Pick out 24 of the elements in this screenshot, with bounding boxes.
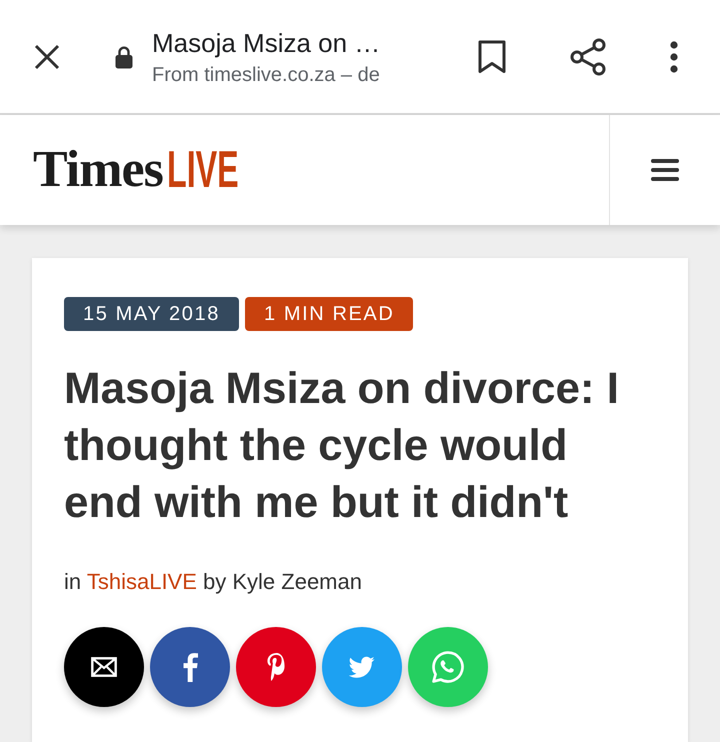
date-tag: 15 MAY 2018 (64, 297, 239, 331)
read-time-tag: 1 MIN READ (244, 297, 414, 331)
pinterest-share-button[interactable] (236, 627, 316, 707)
lock-icon (115, 44, 133, 68)
share-icon (570, 38, 606, 76)
page-url: From timeslive.co.za – de (152, 62, 381, 88)
bookmark-icon (478, 40, 506, 74)
envelope-icon (91, 657, 117, 677)
section-link[interactable]: TshisaLIVE (86, 569, 197, 594)
article-byline: in TshisaLIVE by Kyle Zeeman (64, 568, 363, 596)
site-logo[interactable]: TimesLIVE (33, 142, 253, 198)
page-title: Masoja Msiza on … (152, 26, 382, 60)
article-headline: Masoja Msiza on divorce: I thought the cycle would end with me but it didn't (64, 363, 620, 529)
twitter-share-button[interactable] (322, 627, 402, 707)
email-share-button[interactable] (64, 627, 144, 707)
bird-icon (349, 656, 375, 678)
pinterest-logo-icon (266, 653, 286, 681)
menu-button[interactable] (609, 115, 720, 225)
facebook-share-button[interactable] (150, 627, 230, 707)
chat-phone-icon (432, 651, 464, 683)
menu-icon (651, 159, 679, 181)
close-icon (34, 44, 60, 70)
facebook-logo-icon (182, 652, 198, 682)
more-icon (670, 40, 678, 72)
